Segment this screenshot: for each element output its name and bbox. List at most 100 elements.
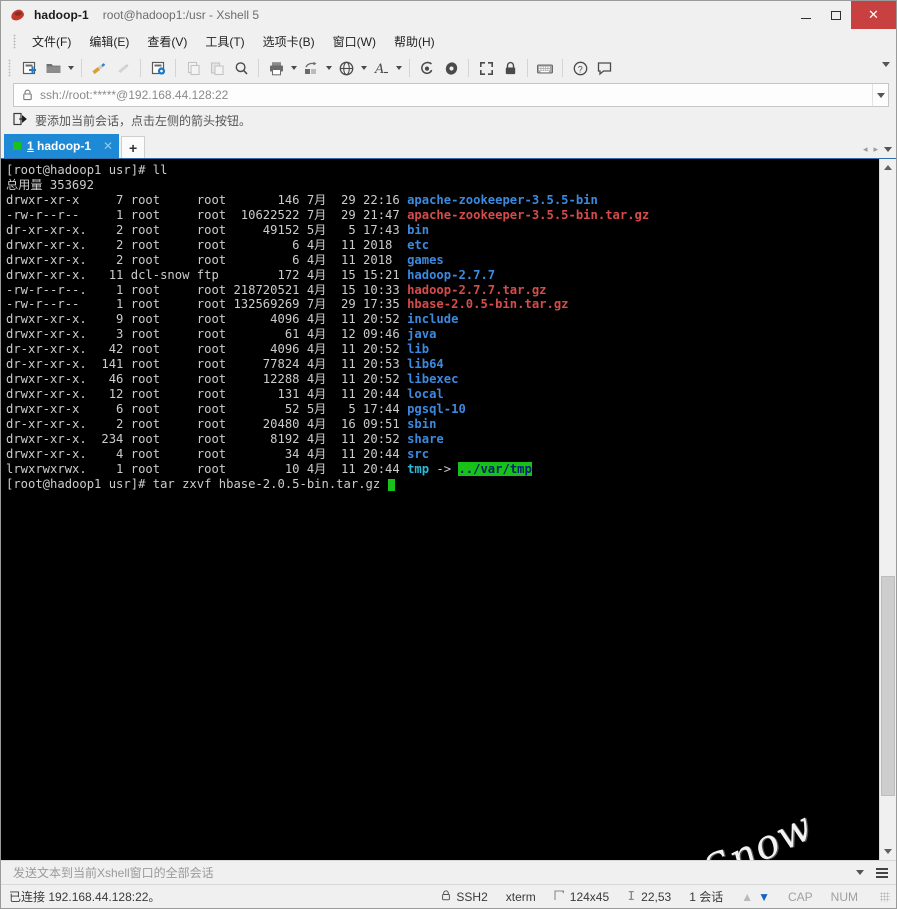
layout-arrange-icon[interactable] (299, 56, 323, 80)
hint-bar: 要添加当前会话，点击左侧的箭头按钮。 (1, 107, 896, 133)
toolbar-separator (468, 59, 469, 77)
toolbar-separator (258, 59, 259, 77)
terminal-line: drwxr-xr-x. 12 root root 131 4月 11 20:44… (6, 387, 444, 402)
address-dropdown-icon[interactable] (872, 84, 888, 106)
scroll-track[interactable] (880, 176, 896, 843)
tab-menu-icon[interactable] (884, 147, 892, 152)
sftp-icon[interactable] (415, 56, 439, 80)
terminal-line: -rw-r--r--. 1 root root 218720521 4月 15 … (6, 282, 547, 297)
status-size-label: 124x45 (569, 889, 610, 904)
menu-window[interactable]: 窗口(W) (324, 31, 385, 52)
status-cursor-pos: 22,53 (627, 890, 671, 904)
minimize-button[interactable] (791, 1, 821, 29)
hint-text: 要添加当前会话，点击左侧的箭头按钮。 (35, 113, 252, 128)
terminal-line: dr-xr-xr-x. 42 root root 4096 4月 11 20:5… (6, 342, 430, 357)
toolbar-separator (562, 59, 563, 77)
menu-help[interactable]: 帮助(H) (385, 31, 444, 52)
keyboard-icon[interactable] (533, 56, 557, 80)
tab-hadoop-1[interactable]: 1 hadoop-1 ✕ (4, 134, 120, 158)
font-icon[interactable]: A (369, 56, 393, 80)
status-connection: 已连接 192.168.44.128:22。 (9, 890, 161, 904)
xshell-bean-icon (9, 7, 26, 23)
resize-grip-icon[interactable] (880, 891, 890, 902)
terminal-line: drwxr-xr-x. 234 root root 8192 4月 11 20:… (6, 431, 444, 446)
terminal-scrollbar[interactable] (879, 159, 896, 860)
resize-icon (554, 889, 565, 904)
menu-file[interactable]: 文件(F) (23, 31, 80, 52)
terminal-line: drwxr-xr-x. 46 root root 12288 4月 11 20:… (6, 372, 459, 387)
arrow-up-icon: ▲ (741, 889, 754, 904)
globe-dropdown[interactable] (358, 56, 369, 80)
status-protocol-label: SSH2 (456, 889, 488, 904)
edit-pencil-icon[interactable] (111, 56, 135, 80)
terminal-output[interactable]: [root@hadoop1 usr]# ll 总用量 353692 drwxr-xr… (1, 159, 879, 860)
menu-tools[interactable]: 工具(T) (196, 31, 253, 52)
ftp-icon[interactable] (439, 56, 463, 80)
paste-icon[interactable] (205, 56, 229, 80)
close-button[interactable]: ✕ (851, 1, 896, 29)
scroll-thumb[interactable] (881, 576, 895, 797)
tab-status-dot-icon (13, 142, 21, 150)
new-tab-button[interactable]: + (121, 136, 146, 158)
open-folder-icon[interactable] (41, 56, 65, 80)
font-dropdown[interactable] (393, 56, 404, 80)
toolbar-overflow-button[interactable] (882, 62, 890, 67)
menu-edit[interactable]: 编辑(E) (80, 31, 138, 52)
toolbar-grip-icon[interactable] (8, 59, 11, 77)
toolbar: A ? (1, 53, 896, 83)
terminal-line: drwxr-xr-x. 11 dcl-snow ftp 172 4月 15 15… (6, 267, 496, 282)
terminal-line: drwxr-xr-x 6 root root 52 5月 5 17:44 pgs… (6, 402, 466, 416)
status-caps-lock: CAP (787, 889, 813, 904)
menu-view[interactable]: 查看(V) (138, 31, 196, 52)
scroll-down-button[interactable] (880, 843, 896, 860)
print-dropdown[interactable] (288, 56, 299, 80)
tab-next-icon[interactable]: ▸ (873, 144, 878, 155)
status-sessions: 1 会话 (689, 890, 724, 904)
send-target-dropdown-icon[interactable] (856, 870, 864, 875)
terminal-line: [root@hadoop1 usr]# ll (6, 163, 168, 177)
send-command-input[interactable]: 发送文本到当前Xshell窗口的全部会话 (13, 864, 856, 881)
window-title: hadoop-1 (34, 8, 89, 22)
help-icon[interactable]: ? (568, 56, 592, 80)
scroll-up-button[interactable] (880, 159, 896, 176)
status-num-lock: NUM (830, 889, 858, 904)
terminal-line: drwxr-xr-x 7 root root 146 7月 29 22:16 a… (6, 192, 598, 207)
lock-icon[interactable] (498, 56, 522, 80)
globe-icon[interactable] (334, 56, 358, 80)
svg-text:A: A (374, 62, 384, 77)
status-protocol: SSH2 (441, 889, 488, 904)
session-properties-icon[interactable] (146, 56, 170, 80)
open-folder-dropdown[interactable] (65, 56, 76, 80)
address-bar[interactable]: ssh://root:*****@192.168.44.128:22 (13, 83, 889, 107)
arrow-down-icon: ▼ (758, 889, 770, 904)
print-icon[interactable] (264, 56, 288, 80)
tab-close-icon[interactable]: ✕ (103, 140, 113, 152)
terminal-line: dr-xr-xr-x. 2 root root 49152 5月 5 17:43… (6, 222, 430, 237)
lock-icon (441, 889, 451, 904)
find-icon[interactable] (229, 56, 253, 80)
address-input[interactable]: ssh://root:*****@192.168.44.128:22 (40, 88, 872, 102)
window-controls: ✕ (791, 1, 896, 29)
layout-dropdown[interactable] (323, 56, 334, 80)
status-indicators: SSH2 xterm 124x45 22,53 1 会话 ▲ ▼ CAP NUM (441, 888, 896, 905)
terminal-line: [root@hadoop1 usr]# tar zxvf hbase-2.0.5… (6, 477, 879, 492)
menu-grip-icon[interactable] (13, 33, 16, 49)
terminal-line: lrwxrwxrwx. 1 root root 10 4月 11 20:44 t… (6, 461, 532, 476)
fullscreen-icon[interactable] (474, 56, 498, 80)
tab-prev-icon[interactable]: ◂ (863, 144, 868, 155)
send-command-bar[interactable]: 发送文本到当前Xshell窗口的全部会话 (1, 860, 896, 884)
terminal-area: [root@hadoop1 usr]# ll 总用量 353692 drwxr-xr… (1, 158, 896, 860)
menu-tabs[interactable]: 选项卡(B) (254, 31, 324, 52)
add-session-icon[interactable] (13, 112, 27, 129)
transfer-file-icon[interactable] (87, 56, 111, 80)
copy-icon[interactable] (181, 56, 205, 80)
maximize-button[interactable] (821, 1, 851, 29)
tab-label: 1 hadoop-1 (27, 139, 91, 153)
hamburger-icon[interactable] (876, 867, 888, 878)
status-transfer: ▲ ▼ (741, 890, 770, 904)
feedback-icon[interactable] (592, 56, 616, 80)
window-subtitle: root@hadoop1:/usr - Xshell 5 (102, 8, 260, 22)
menu-bar: 文件(F) 编辑(E) 查看(V) 工具(T) 选项卡(B) 窗口(W) 帮助(… (1, 29, 896, 53)
watermark: Dcl_Snow (614, 803, 820, 860)
new-session-icon[interactable] (17, 56, 41, 80)
